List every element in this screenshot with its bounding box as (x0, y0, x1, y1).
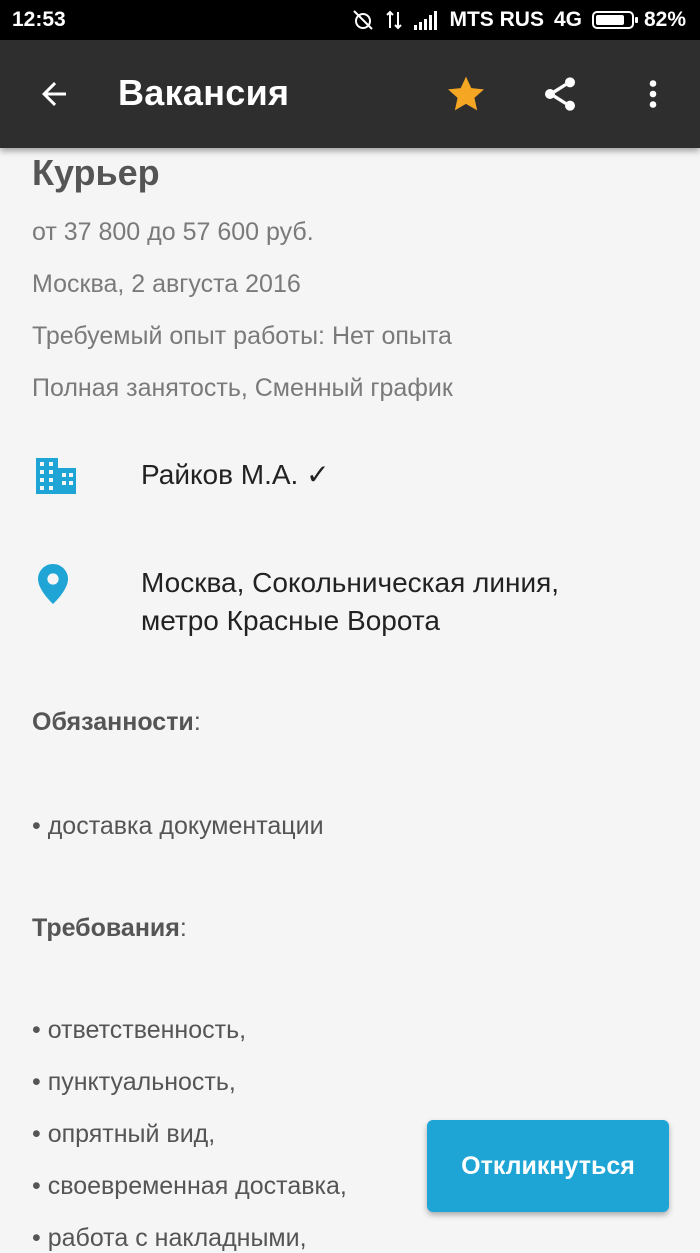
status-bar: 12:53 MTS RUS 4G 82% (0, 0, 700, 40)
status-right: MTS RUS 4G 82% (351, 8, 686, 32)
overflow-menu-button[interactable] (626, 67, 680, 121)
share-icon (545, 77, 575, 111)
arrow-left-icon (42, 82, 66, 106)
vacancy-title: Курьер (32, 152, 160, 193)
duty-item: • доставка документации (32, 812, 324, 840)
requirement-item: • опрятный вид, (32, 1120, 216, 1148)
toolbar-title: Вакансия (118, 72, 290, 113)
battery-percent: 82% (643, 8, 686, 31)
requirement-item: • ответственность, (32, 1016, 247, 1044)
requirements-heading: Требования: (32, 914, 187, 942)
carrier-name: MTS RUS (449, 8, 544, 31)
back-button[interactable] (27, 67, 81, 121)
data-arrows-icon (385, 8, 403, 32)
respond-button[interactable]: Откликнуться (427, 1120, 669, 1212)
share-button[interactable] (533, 67, 587, 121)
building-icon (36, 458, 76, 499)
alarm-off-icon (351, 8, 375, 32)
duties-heading-text: Обязанности (32, 708, 194, 736)
battery-fill (595, 15, 624, 25)
vacancy-experience: Требуемый опыт работы: Нет опыта (32, 322, 452, 350)
favorite-button[interactable] (439, 67, 493, 121)
requirement-item: • пунктуальность, (32, 1068, 236, 1096)
vacancy-salary: от 37 800 до 57 600 руб. (32, 218, 314, 246)
duties-heading: Обязанности: (32, 708, 201, 736)
requirement-item: • работа с накладными, (32, 1224, 307, 1252)
battery-icon (591, 11, 638, 29)
network-type: 4G (553, 8, 582, 31)
vacancy-location-date: Москва, 2 августа 2016 (32, 270, 301, 298)
location-pin-icon (38, 564, 68, 609)
address-line-2: метро Красные Ворота (141, 605, 440, 636)
app-toolbar: Вакансия (0, 40, 700, 148)
address-line-1: Москва, Сокольническая линия, (141, 567, 560, 598)
employer-name[interactable]: Райков М.А. ✓ (141, 456, 330, 494)
star-icon (448, 76, 484, 111)
signal-icon (413, 9, 439, 31)
requirement-item: • своевременная доставка, (32, 1172, 347, 1200)
status-time: 12:53 (12, 8, 66, 31)
address[interactable]: Москва, Сокольническая линия, метро Крас… (141, 564, 559, 640)
more-vert-icon (649, 80, 657, 108)
vacancy-employment: Полная занятость, Сменный график (32, 374, 453, 402)
requirements-heading-text: Требования (32, 914, 180, 942)
